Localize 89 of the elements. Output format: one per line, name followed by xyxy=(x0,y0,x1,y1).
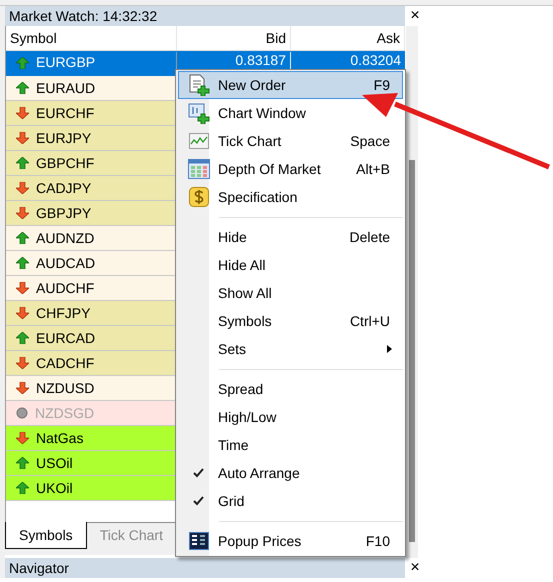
symbol-name: GBPCHF xyxy=(36,154,94,172)
menu-item[interactable]: Show All xyxy=(178,279,403,307)
down-arrow-icon xyxy=(16,357,29,369)
menu-label: Auto Arrange xyxy=(218,464,301,483)
menu-shortcut: Ctrl+U xyxy=(350,312,391,330)
close-button[interactable]: × xyxy=(407,6,423,26)
menu-label: Symbols xyxy=(218,312,273,331)
menu-item[interactable]: New Order F9 xyxy=(178,71,403,99)
scrollbar-thumb[interactable] xyxy=(409,160,415,542)
menu-item[interactable]: Chart Window xyxy=(178,99,403,127)
menu-item[interactable]: Popup Prices F10 xyxy=(178,527,403,555)
column-header[interactable]: Ask xyxy=(291,26,405,50)
menu-item[interactable]: Symbols Ctrl+U xyxy=(178,307,403,335)
menu-item[interactable]: Hide All xyxy=(178,251,403,279)
menu-label: Hide xyxy=(218,228,248,246)
symbol-name: UKOil xyxy=(36,478,73,498)
symbol-name: EURAUD xyxy=(36,78,96,98)
up-arrow-icon xyxy=(16,157,29,169)
symbol-name: USOil xyxy=(36,454,73,472)
menu-label: Depth Of Market xyxy=(218,160,322,179)
menu-label: Show All xyxy=(218,284,273,302)
panel-tab[interactable]: Symbols xyxy=(5,522,87,549)
symbol-name: EURJPY xyxy=(36,128,92,148)
menu-label: Grid xyxy=(218,492,246,510)
menu-label: High/Low xyxy=(218,408,278,427)
symbol-name: NatGas xyxy=(36,428,84,448)
menu-label: Popup Prices xyxy=(218,532,302,551)
menu-shortcut: Delete xyxy=(350,228,391,246)
menu-shortcut: Space xyxy=(350,132,391,151)
symbol-name: EURCAD xyxy=(36,328,96,348)
menu-label: Time xyxy=(218,436,250,454)
price-table-icon xyxy=(188,532,208,550)
down-arrow-icon xyxy=(16,432,29,444)
menu-label: Spread xyxy=(218,380,264,399)
symbol-name: CADJPY xyxy=(36,178,92,198)
symbol-name: NZDSGD xyxy=(35,404,94,422)
symbol-name: EURGBP xyxy=(36,53,96,72)
down-arrow-icon xyxy=(16,107,29,119)
symbol-name: CHFJPY xyxy=(36,304,90,322)
up-arrow-icon xyxy=(16,332,29,344)
symbol-name: AUDCAD xyxy=(36,254,96,272)
dollar-icon xyxy=(188,187,208,207)
menu-item[interactable]: Time xyxy=(178,431,403,459)
menu-item[interactable]: Depth Of Market Alt+B xyxy=(178,155,403,183)
down-arrow-icon xyxy=(16,307,29,319)
column-header[interactable]: Symbol xyxy=(6,26,177,50)
menu-shortcut: F10 xyxy=(366,532,391,550)
up-arrow-icon xyxy=(16,482,29,494)
menu-item[interactable]: Spread xyxy=(178,375,403,403)
menu-shortcut: Alt+B xyxy=(356,160,391,178)
down-arrow-icon xyxy=(16,382,29,394)
close-button[interactable]: × xyxy=(407,558,423,578)
symbol-name: CADCHF xyxy=(36,354,94,372)
menu-item[interactable]: Grid xyxy=(178,487,403,515)
menu-label: Specification xyxy=(218,188,298,207)
menu-item[interactable]: Hide Delete xyxy=(178,223,403,251)
document-plus-icon xyxy=(188,74,210,96)
symbol-name: NZDUSD xyxy=(36,378,94,398)
column-header[interactable]: Bid xyxy=(177,26,291,50)
symbol-name: GBPJPY xyxy=(36,204,92,222)
up-arrow-icon xyxy=(16,232,29,244)
down-arrow-icon xyxy=(16,132,29,144)
menu-item[interactable]: High/Low xyxy=(178,403,403,431)
symbol-name: AUDCHF xyxy=(36,278,94,298)
up-arrow-icon xyxy=(16,257,29,269)
ask-value: 0.83204 xyxy=(349,52,402,69)
up-arrow-icon xyxy=(16,56,29,68)
chart-plus-icon xyxy=(188,102,210,124)
down-arrow-icon xyxy=(16,207,29,219)
menu-label: Tick Chart xyxy=(218,132,282,150)
menu-label: New Order xyxy=(218,76,287,94)
circle-icon xyxy=(16,407,28,419)
symbol-name: AUDNZD xyxy=(36,228,94,248)
down-arrow-icon xyxy=(16,282,29,294)
menu-item[interactable]: Tick Chart Space xyxy=(178,127,403,155)
symbol-name: EURCHF xyxy=(36,104,94,122)
menu-label: Chart Window xyxy=(218,104,307,122)
menu-item[interactable]: Sets xyxy=(178,335,403,363)
down-arrow-icon xyxy=(16,182,29,194)
menu-item[interactable]: Specification xyxy=(178,183,403,211)
menu-shortcut: F9 xyxy=(374,76,391,94)
up-arrow-icon xyxy=(16,82,29,94)
menu-label: Hide All xyxy=(218,256,266,274)
up-arrow-icon xyxy=(16,457,29,469)
grid-table-icon xyxy=(188,159,210,179)
panel-title-bar: Navigator xyxy=(5,558,405,578)
menu-label: Sets xyxy=(218,340,248,358)
menu-item[interactable]: Auto Arrange xyxy=(178,459,403,487)
panel-title-bar: Market Watch: 14:32:32 xyxy=(5,6,405,26)
